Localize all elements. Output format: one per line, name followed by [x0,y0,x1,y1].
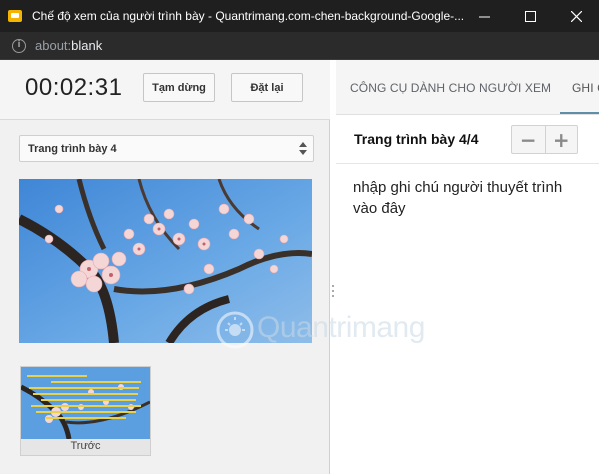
previous-slide-thumbnail[interactable]: Trước [20,366,151,456]
address-bar[interactable]: i about:blank [0,32,599,60]
active-tab-indicator [560,112,599,114]
minimize-icon[interactable] [461,0,507,32]
presenter-right-panel: CÔNG CỤ DÀNH CHO NGƯỜI XEM GHI CHÚ Trang… [336,60,599,474]
url-text[interactable]: about:blank [35,38,102,53]
speaker-notes-area[interactable]: nhập ghi chú người thuyết trình vào đây [353,177,583,219]
presentation-timer: 00:02:31 [25,74,123,101]
timer-row: 00:02:31 Tạm dừng Đặt lại [0,60,330,120]
window-titlebar: Chế độ xem của người trình bày - Quantri… [0,0,599,32]
pause-button[interactable]: Tạm dừng [143,73,215,102]
info-icon[interactable]: i [12,38,26,53]
window-title: Chế độ xem của người trình bày - Quantri… [32,9,465,23]
reset-button[interactable]: Đặt lại [231,73,303,102]
tab-speaker-notes[interactable]: GHI CHÚ [572,81,599,95]
url-prefix: about: [35,38,72,53]
previous-slide-label: Trước [70,440,101,452]
zoom-out-button[interactable]: − [512,126,545,153]
presenter-left-panel: 00:02:31 Tạm dừng Đặt lại Trang trình bà… [0,60,330,474]
url-host: blank [71,38,103,53]
maximize-icon[interactable] [507,0,553,32]
previous-slide-image [21,367,150,439]
slide-select[interactable]: Trang trình bày 4 [19,135,314,162]
divider [336,163,599,164]
close-icon[interactable] [553,0,599,32]
zoom-in-button[interactable]: + [544,126,578,153]
tab-audience-tools[interactable]: CÔNG CỤ DÀNH CHO NGƯỜI XEM [350,81,551,95]
watermark-text: Quantrimang [257,311,425,344]
slides-app-icon [8,10,22,22]
slide-counter: Trang trình bày 4/4 [354,131,479,147]
select-arrows-icon [299,142,307,156]
font-zoom-group: − + [511,125,578,154]
slide-select-value: Trang trình bày 4 [28,142,117,155]
quantrimang-watermark: Quantrimang [213,305,453,355]
tab-bar: CÔNG CỤ DÀNH CHO NGƯỜI XEM GHI CHÚ [336,60,599,115]
